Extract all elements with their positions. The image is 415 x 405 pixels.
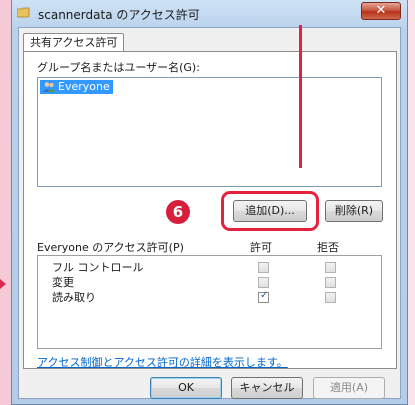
window-title: scannerdata のアクセス許可 <box>38 8 200 22</box>
permissions-dialog: scannerdata のアクセス許可 ✕ 共有アクセス許可 グループ名またはユ… <box>11 0 408 405</box>
group-list[interactable]: Everyone <box>37 77 382 187</box>
allow-column-header: 許可 <box>250 241 272 254</box>
arrow-pointer-icon <box>0 279 6 289</box>
group-list-label: グループ名またはユーザー名(G): <box>37 61 200 74</box>
permission-name-change: 変更 <box>52 276 74 289</box>
title-bar[interactable]: scannerdata のアクセス許可 ✕ <box>12 0 407 26</box>
tab-panel: グループ名またはユーザー名(G): Everyone 追加(D)... 削除(R… <box>23 25 397 370</box>
dialog-client: 共有アクセス許可 グループ名またはユーザー名(G): Everyone 追加(D… <box>18 25 401 399</box>
apply-button[interactable]: 適用(A) <box>313 377 385 399</box>
step-badge: 6 <box>166 200 190 224</box>
permissions-label: Everyone のアクセス許可(P) <box>37 241 184 254</box>
list-item[interactable]: Everyone <box>40 80 113 94</box>
permission-name-read: 読み取り <box>52 291 96 304</box>
deny-column-header: 拒否 <box>317 241 339 254</box>
ok-button[interactable]: OK <box>150 377 222 399</box>
change-deny-checkbox[interactable] <box>325 277 336 288</box>
highlight-frame <box>221 191 319 231</box>
permission-name-full-control: フル コントロール <box>52 261 144 274</box>
background-strip <box>0 0 11 405</box>
tab-share-permissions[interactable]: 共有アクセス許可 <box>23 33 125 52</box>
close-button[interactable]: ✕ <box>361 2 401 20</box>
callout-line <box>299 25 302 168</box>
group-item-label: Everyone <box>58 80 110 93</box>
full-control-allow-checkbox[interactable] <box>258 262 269 273</box>
users-icon <box>43 82 55 92</box>
remove-button[interactable]: 削除(R) <box>325 200 383 222</box>
help-link[interactable]: アクセス制御とアクセス許可の詳細を表示します。 <box>37 354 288 370</box>
read-allow-checkbox[interactable]: ✓ <box>258 290 269 303</box>
folder-icon <box>17 7 30 18</box>
cancel-button[interactable]: キャンセル <box>231 377 303 399</box>
full-control-deny-checkbox[interactable] <box>325 262 336 273</box>
change-allow-checkbox[interactable] <box>258 277 269 288</box>
checkmark-icon: ✓ <box>260 290 269 301</box>
permissions-table: フル コントロール 変更 読み取り ✓ <box>37 255 382 349</box>
read-deny-checkbox[interactable] <box>325 292 336 303</box>
